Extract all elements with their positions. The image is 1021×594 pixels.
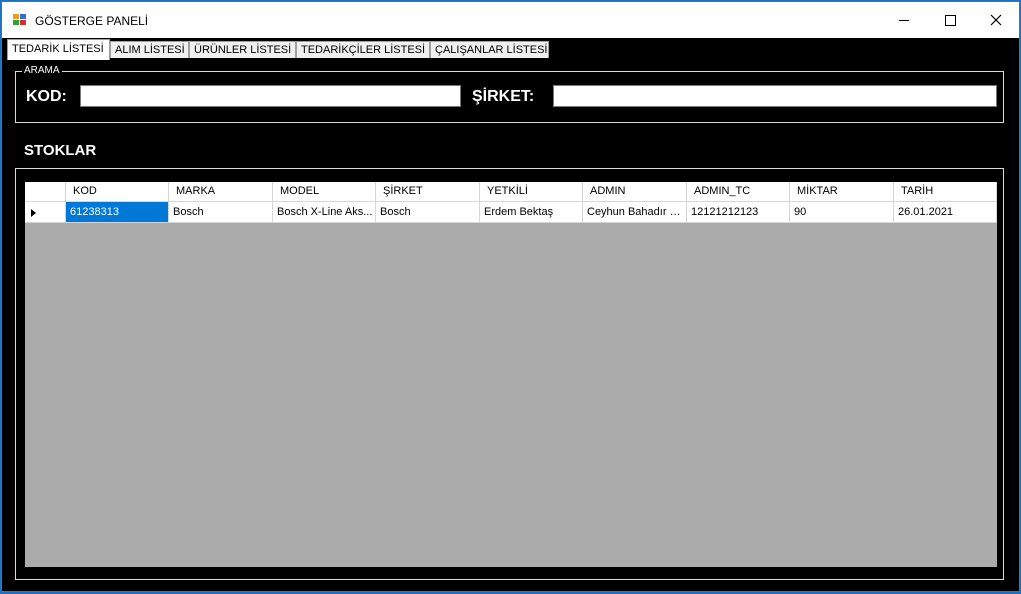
minimize-icon [899, 19, 909, 21]
column-header-admin[interactable]: ADMIN [583, 182, 687, 202]
title-bar[interactable]: GÖSTERGE PANELİ [2, 2, 1019, 38]
search-group: ARAMA KOD: ŞİRKET: [15, 64, 1004, 123]
cell-sirket[interactable]: Bosch [376, 202, 480, 223]
table-row[interactable]: 61238313 Bosch Bosch X-Line Aks... Bosch… [25, 202, 997, 223]
cell-model[interactable]: Bosch X-Line Aks... [273, 202, 376, 223]
close-icon [990, 14, 1002, 26]
column-header-admin-tc[interactable]: ADMIN_TC [687, 182, 790, 202]
stocks-group: KOD MARKA MODEL ŞİRKET YETKİLİ ADMIN ADM… [15, 168, 1004, 580]
sirket-input[interactable] [553, 85, 997, 107]
maximize-button[interactable] [927, 2, 973, 38]
stocks-title: STOKLAR [24, 142, 97, 159]
search-group-label: ARAMA [22, 64, 62, 78]
tab-tedarik-listesi[interactable]: TEDARİK LİSTESİ [7, 39, 110, 60]
sirket-label: ŞİRKET: [472, 88, 535, 105]
column-header-sirket[interactable]: ŞİRKET [376, 182, 480, 202]
column-header-kod[interactable]: KOD [66, 182, 169, 202]
cell-kod[interactable]: 61238313 [66, 202, 169, 223]
tab-strip: TEDARİK LİSTESİ ALIM LİSTESİ ÜRÜNLER LİS… [2, 39, 1019, 60]
close-button[interactable] [973, 2, 1019, 38]
kod-input[interactable] [80, 85, 461, 107]
tab-calisanlar-listesi[interactable]: ÇALIŞANLAR LİSTESİ [430, 41, 549, 59]
cell-miktar[interactable]: 90 [790, 202, 894, 223]
tab-urunler-listesi[interactable]: ÜRÜNLER LİSTESİ [189, 41, 296, 59]
grid-header-row: KOD MARKA MODEL ŞİRKET YETKİLİ ADMIN ADM… [25, 182, 997, 202]
row-header[interactable] [25, 202, 66, 223]
row-header-corner[interactable] [25, 182, 66, 202]
column-header-tarih[interactable]: TARİH [894, 182, 997, 202]
maximize-icon [944, 14, 956, 26]
tab-alim-listesi[interactable]: ALIM LİSTESİ [110, 41, 189, 59]
column-header-model[interactable]: MODEL [273, 182, 376, 202]
cell-admin-tc[interactable]: 12121212123 [687, 202, 790, 223]
app-icon [13, 14, 27, 26]
column-header-marka[interactable]: MARKA [169, 182, 273, 202]
tab-tedarikciler-listesi[interactable]: TEDARİKÇİLER LİSTESİ [296, 41, 430, 59]
cell-yetkili[interactable]: Erdem Bektaş [480, 202, 583, 223]
cell-tarih[interactable]: 26.01.2021 [894, 202, 997, 223]
column-header-miktar[interactable]: MİKTAR [790, 182, 894, 202]
current-row-arrow-icon [31, 209, 36, 217]
cell-marka[interactable]: Bosch [169, 202, 273, 223]
app-window: GÖSTERGE PANELİ TEDARİK LİSTESİ ALIM LİS… [1, 1, 1020, 592]
cell-admin[interactable]: Ceyhun Bahadır Ç... [583, 202, 687, 223]
window-title: GÖSTERGE PANELİ [35, 14, 149, 28]
kod-label: KOD: [26, 88, 67, 105]
minimize-button[interactable] [881, 2, 927, 38]
column-header-yetkili[interactable]: YETKİLİ [480, 182, 583, 202]
stocks-grid[interactable]: KOD MARKA MODEL ŞİRKET YETKİLİ ADMIN ADM… [25, 182, 997, 567]
tab-page-tedarik: ARAMA KOD: ŞİRKET: STOKLAR KOD MARKA MOD… [5, 58, 1016, 588]
